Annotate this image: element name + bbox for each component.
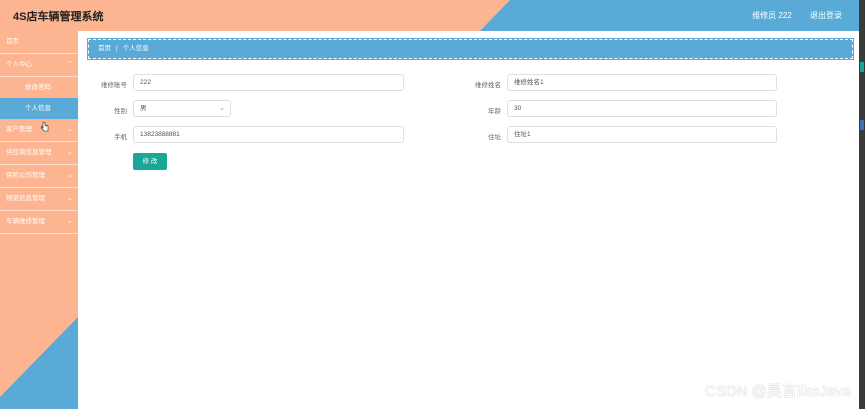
watermark: CSDN @昊言likeJava — [704, 383, 851, 400]
sidebar-corner-decoration — [0, 317, 78, 409]
chevron-down-icon: ⌄ — [67, 195, 73, 202]
repair-no-label: 维修账号 — [101, 82, 127, 89]
current-user: 维修员 222 — [752, 11, 792, 20]
chevron-down-icon: ⌄ — [67, 172, 73, 179]
sidebar-item-label: 供应商信息管理 — [6, 149, 52, 156]
header-background — [0, 0, 859, 31]
age-input[interactable]: 30 — [507, 100, 777, 117]
sidebar-item-label: 客户管理 — [6, 126, 32, 133]
address-label: 住址 — [488, 134, 501, 141]
sidebar-item-label: 首页 — [6, 38, 19, 45]
header-user-area: 维修员 222 退出登录 — [752, 10, 842, 21]
repair-no-input[interactable]: 222 — [133, 74, 404, 91]
gender-select[interactable]: 男 ⌄ — [133, 100, 231, 117]
mouse-cursor-icon — [41, 121, 49, 132]
sidebar-item-label: 个人信息 — [25, 105, 51, 112]
sidebar-item-supplier[interactable]: 供应商信息管理 ⌄ — [0, 142, 78, 165]
sidebar-item-label: 个人中心 — [6, 61, 32, 68]
top-header: 4S店车辆管理系统 维修员 222 退出登录 — [0, 0, 859, 31]
window-edge — [859, 0, 865, 409]
sidebar-item-label: 修改密码 — [25, 84, 51, 91]
sidebar-item-materials[interactable]: 物资信息管理 ⌄ — [0, 188, 78, 211]
breadcrumb-home[interactable]: 首页 — [98, 45, 111, 52]
sidebar-item-label: 物资信息管理 — [6, 195, 45, 202]
sidebar-item-insurance[interactable]: 保险公司管理 ⌄ — [0, 165, 78, 188]
logout-button[interactable]: 退出登录 — [810, 11, 842, 20]
chevron-down-icon: ⌄ — [219, 105, 225, 112]
breadcrumb: 首页 | 个人信息 — [87, 38, 854, 60]
sidebar-item-vehicle-repair[interactable]: 车辆维修管理 ⌄ — [0, 211, 78, 234]
breadcrumb-current: 个人信息 — [122, 45, 149, 52]
repair-name-input[interactable]: 维修姓名1 — [507, 74, 777, 91]
sidebar-item-label: 车辆维修管理 — [6, 218, 45, 225]
chevron-up-icon: ⌃ — [67, 61, 73, 68]
chevron-down-icon: ⌄ — [67, 218, 73, 225]
phone-label: 手机 — [114, 134, 127, 141]
sidebar-item-personal-center[interactable]: 个人中心 ⌃ — [0, 54, 78, 77]
sidebar-item-label: 保险公司管理 — [6, 172, 45, 179]
gender-selected-value: 男 — [140, 105, 147, 112]
modify-button[interactable]: 修 改 — [133, 153, 167, 170]
edge-marker-blue — [860, 120, 864, 130]
repair-name-label: 维修姓名 — [475, 82, 501, 89]
edge-marker-green — [860, 62, 864, 72]
chevron-down-icon: ⌄ — [67, 149, 73, 156]
sidebar-item-home[interactable]: 首页 — [0, 31, 78, 54]
app-title: 4S店车辆管理系统 — [13, 11, 104, 23]
age-label: 年龄 — [488, 108, 501, 115]
address-input[interactable]: 住址1 — [507, 126, 777, 143]
breadcrumb-separator: | — [116, 45, 118, 52]
gender-label: 性别 — [114, 108, 127, 115]
phone-input[interactable]: 13823888881 — [133, 126, 404, 143]
